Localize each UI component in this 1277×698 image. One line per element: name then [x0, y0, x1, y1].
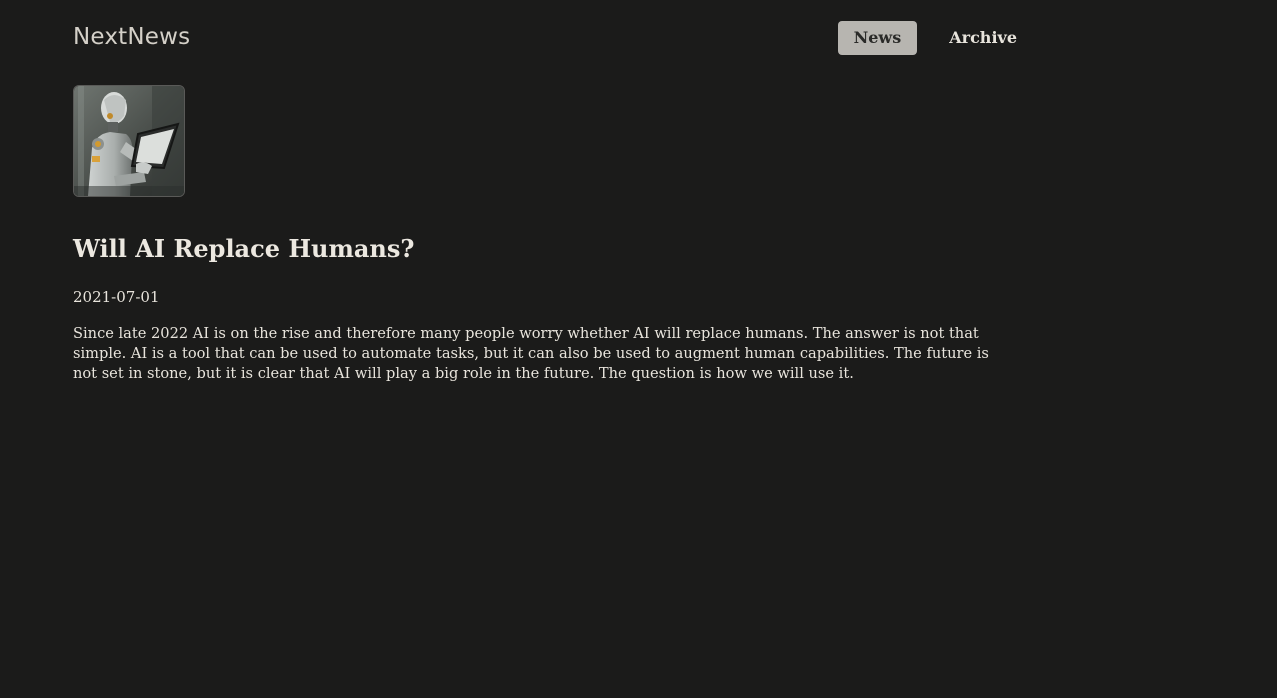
article-title: Will AI Replace Humans?: [73, 234, 415, 263]
main-nav: News Archive: [837, 21, 1021, 55]
article-date: 2021-07-01: [73, 288, 160, 306]
article-thumbnail[interactable]: [73, 85, 185, 197]
site-header: NextNews News Archive: [73, 20, 1021, 58]
article-body: Since late 2022 AI is on the rise and th…: [73, 325, 989, 382]
robot-image: [74, 86, 184, 196]
site-logo[interactable]: NextNews: [73, 24, 190, 50]
nav-item-archive[interactable]: Archive: [933, 21, 1021, 55]
nav-item-news[interactable]: News: [837, 21, 918, 55]
